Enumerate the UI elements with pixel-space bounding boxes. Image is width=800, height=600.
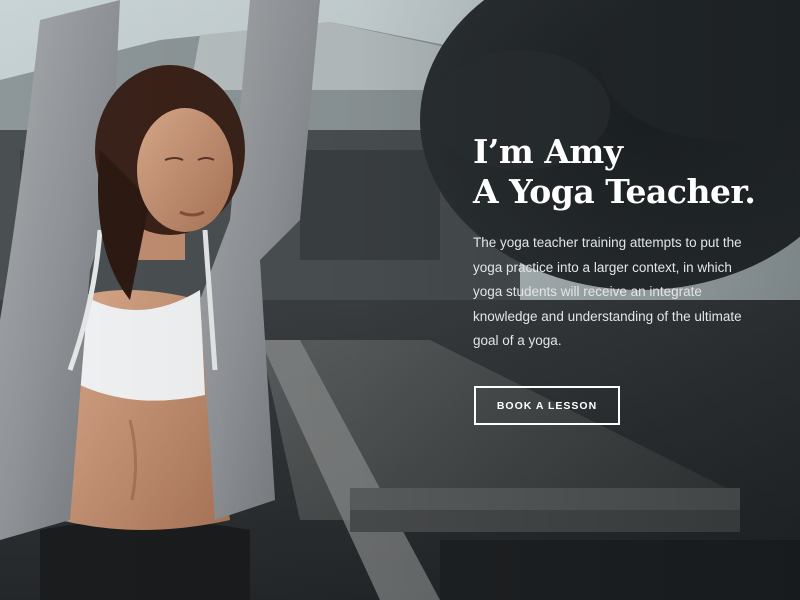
book-lesson-button[interactable]: BOOK A LESSON <box>474 386 620 425</box>
hero-title-line-2: A Yoga Teacher. <box>473 171 756 211</box>
hero-content: I’m Amy A Yoga Teacher. The yoga teacher… <box>473 132 773 354</box>
hero-title: I’m Amy A Yoga Teacher. <box>473 132 773 211</box>
hero-title-line-1: I’m Amy <box>473 132 623 171</box>
hero-description: The yoga teacher training attempts to pu… <box>473 235 742 349</box>
hero-section: I’m Amy A Yoga Teacher. The yoga teacher… <box>0 0 800 600</box>
